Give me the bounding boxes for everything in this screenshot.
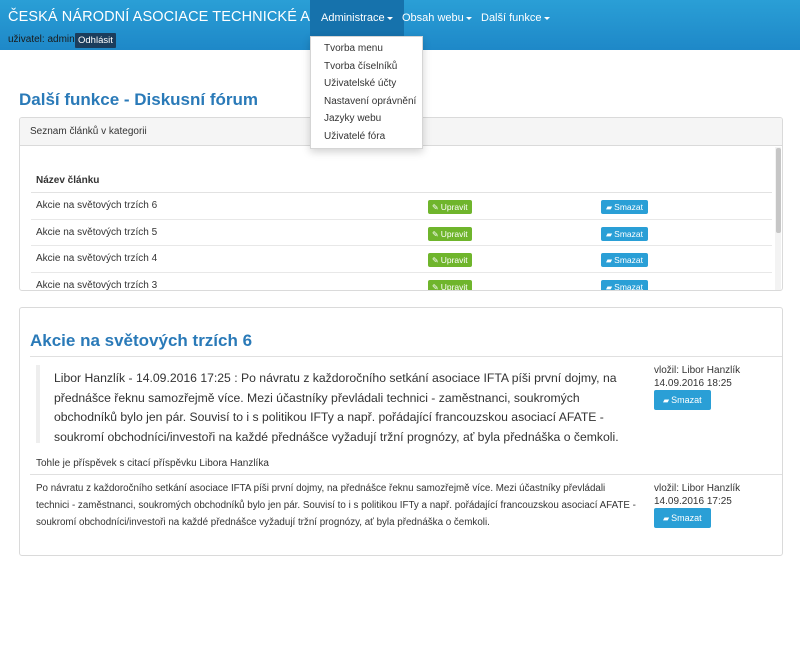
- post-author: vložil: Libor Hanzlík: [654, 483, 741, 494]
- menu-item-uzivatelske-ucty[interactable]: Uživatelské účty: [311, 75, 422, 93]
- article-name: Akcie na světových trzích 4: [36, 253, 158, 264]
- column-header-nazev: Název článku: [31, 168, 772, 193]
- article-name: Akcie na světových trzích 5: [36, 226, 158, 238]
- delete-label: Smazat: [671, 513, 702, 523]
- post-meta: vložil: Libor Hanzlík 14.09.2016 17:25: [654, 482, 740, 508]
- table-row: Akcie na světových trzích 5 ✎ Upravit ▰ Sm…: [31, 220, 772, 246]
- eraser-icon: ▰: [663, 514, 670, 523]
- divider: [30, 356, 782, 357]
- nav-obsah-webu[interactable]: Obsah webu: [391, 0, 483, 36]
- eraser-icon: ▰: [663, 396, 670, 405]
- pencil-icon: ✎: [432, 203, 439, 212]
- eraser-icon: ▰: [606, 256, 613, 265]
- edit-button[interactable]: ✎ Upravit: [428, 279, 472, 291]
- delete-label: Smazat: [614, 228, 643, 239]
- nav-dalsi-funkce[interactable]: Další funkce: [470, 0, 561, 36]
- menu-item-tvorba-menu[interactable]: Tvorba menu: [311, 40, 422, 58]
- eraser-icon: ▰: [606, 282, 613, 291]
- pencil-icon: ✎: [432, 256, 439, 265]
- divider: [30, 474, 782, 475]
- articles-table: Název článku Akcie na světových trzích 6…: [31, 168, 772, 291]
- delete-label: Smazat: [614, 281, 643, 291]
- edit-button[interactable]: ✎ Upravit: [428, 200, 472, 214]
- edit-button[interactable]: ✎ Upravit: [428, 253, 472, 267]
- post-reply-text: Tohle je příspěvek s citací příspěvku Li…: [36, 458, 269, 469]
- menu-item-nastaveni-opravneni[interactable]: Nastavení oprávnění: [311, 93, 422, 111]
- logout-button[interactable]: Odhlásit: [75, 33, 116, 48]
- user-label: uživatel: admin: [8, 34, 75, 45]
- delete-button[interactable]: ▰ Smazat: [601, 200, 648, 214]
- pencil-icon: ✎: [432, 282, 439, 291]
- thread-panel: Akcie na světových trzích 6 Libor Hanzlí…: [19, 307, 783, 556]
- delete-label: Smazat: [614, 255, 643, 265]
- pencil-icon: ✎: [432, 229, 439, 239]
- quoted-post: Libor Hanzlík - 14.09.2016 17:25 : Po ná…: [36, 365, 636, 444]
- delete-button[interactable]: ▰ Smazat: [601, 226, 648, 241]
- caret-down-icon: [543, 16, 550, 20]
- article-name: Akcie na světových trzích 6: [36, 200, 158, 211]
- delete-button[interactable]: ▰ Smazat: [601, 279, 648, 291]
- nav-label: Další funkce: [481, 12, 542, 24]
- post-author: vložil: Libor Hanzlík: [654, 365, 741, 376]
- menu-item-tvorba-ciselniku[interactable]: Tvorba číselníků: [311, 58, 422, 76]
- nav-label: Obsah webu: [402, 12, 464, 24]
- edit-label: Upravit: [440, 255, 468, 265]
- delete-label: Smazat: [671, 395, 702, 405]
- menu-item-uzivatele-fora[interactable]: Uživatelé fóra: [311, 128, 422, 146]
- post-meta: vložil: Libor Hanzlík 14.09.2016 18:25: [654, 364, 740, 390]
- table-row: Akcie na světových trzích 4 ✎ Upravit ▰ Sm…: [31, 246, 772, 273]
- thread-title: Akcie na světových trzích 6: [30, 331, 253, 350]
- edit-button[interactable]: ✎ Upravit: [428, 226, 472, 241]
- table-row: Akcie na světových trzích 6 ✎ Upravit ▰ Sm…: [31, 193, 772, 220]
- scrollbar-thumb[interactable]: [776, 148, 781, 233]
- table-row: Akcie na světových trzích 3 ✎ Upravit ▰ Sm…: [31, 273, 772, 291]
- edit-label: Upravit: [440, 202, 468, 212]
- eraser-icon: ▰: [606, 203, 613, 212]
- page-title: Další funkce - Diskusní fórum: [19, 90, 258, 109]
- edit-label: Upravit: [440, 281, 468, 291]
- article-name: Akcie na světových trzích 3: [36, 279, 158, 291]
- edit-label: Upravit: [440, 228, 468, 239]
- delete-post-button[interactable]: ▰ Smazat: [654, 508, 711, 528]
- delete-post-button[interactable]: ▰ Smazat: [654, 390, 711, 410]
- post-date: 14.09.2016 17:25: [654, 496, 732, 507]
- nav-label: Administrace: [321, 12, 385, 24]
- delete-label: Smazat: [614, 202, 643, 212]
- nav-administrace[interactable]: Administrace: [310, 0, 404, 36]
- eraser-icon: ▰: [606, 229, 613, 239]
- delete-button[interactable]: ▰ Smazat: [601, 253, 648, 267]
- post-text: Po návratu z každoročního setkání asocia…: [36, 483, 636, 528]
- menu-item-jazyky-webu[interactable]: Jazyky webu: [311, 110, 422, 128]
- administrace-dropdown: Tvorba menu Tvorba číselníků Uživatelské…: [310, 36, 423, 149]
- post-date: 14.09.2016 18:25: [654, 378, 732, 389]
